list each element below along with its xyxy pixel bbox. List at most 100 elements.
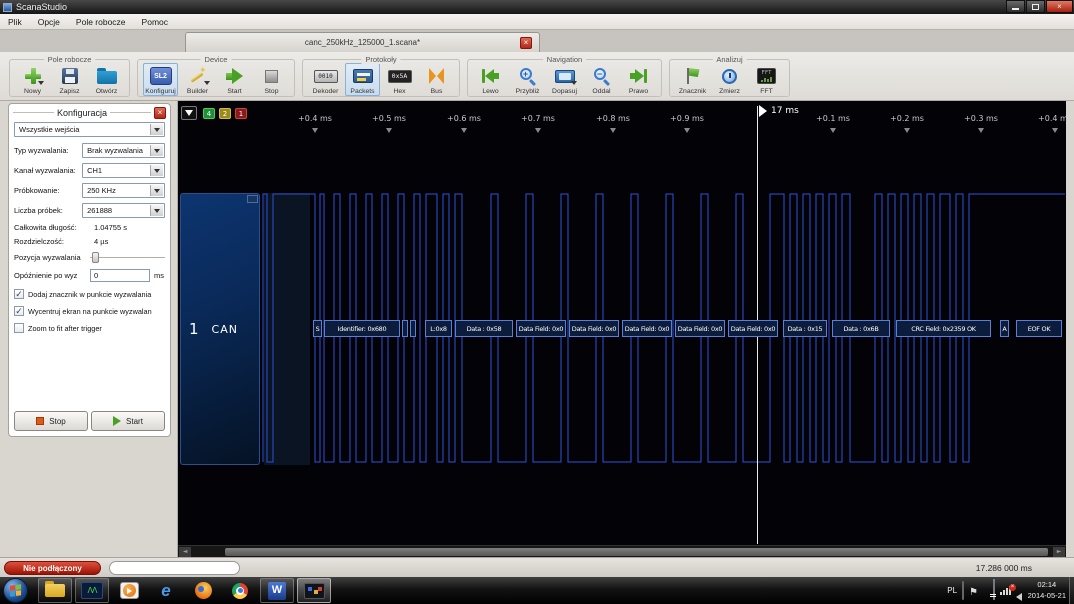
can-bit-box[interactable] bbox=[402, 320, 408, 337]
decoded-field[interactable]: Data Field: 0x0 bbox=[516, 320, 566, 337]
decoded-field[interactable]: Data Field: 0x0 bbox=[728, 320, 778, 337]
config-row: Kanał wyzwalania: CH1 bbox=[14, 163, 165, 178]
config-select-3[interactable]: 261888 bbox=[82, 203, 165, 218]
chevron-down-icon bbox=[150, 165, 163, 176]
measure-gauge-icon bbox=[722, 65, 737, 87]
chevron-down-icon bbox=[150, 205, 163, 216]
toolbar-button-przybliż[interactable]: + Przybliż bbox=[510, 63, 545, 96]
tray-keyboard-icon[interactable] bbox=[962, 580, 965, 600]
scroll-left-icon[interactable]: ◄ bbox=[179, 547, 191, 557]
start-orb-button[interactable] bbox=[3, 578, 28, 603]
checkbox-unchecked[interactable] bbox=[14, 323, 24, 333]
decoded-field[interactable]: Data Field: 0x0 bbox=[569, 320, 619, 337]
decoded-field[interactable]: Data Field: 0x0 bbox=[675, 320, 725, 337]
toolbar-button-otwórz[interactable]: Otwórz bbox=[89, 63, 124, 96]
tab-close-icon[interactable]: × bbox=[520, 37, 532, 49]
toolbar: Pole robocze Nowy Zapisz Otwórz Device SL2 Kon… bbox=[0, 52, 1074, 101]
decoded-field[interactable]: Data : 0x6B bbox=[832, 320, 890, 337]
marker-flag-icon bbox=[685, 65, 701, 87]
can-bit-box[interactable] bbox=[410, 320, 416, 337]
menu-item-opcje[interactable]: Opcje bbox=[30, 14, 68, 29]
channel-block[interactable]: 1 CAN bbox=[180, 193, 260, 465]
channel-settings-icon[interactable] bbox=[247, 195, 258, 203]
toolbar-button-builder[interactable]: ✦ Builder bbox=[180, 63, 215, 96]
start-button[interactable]: Start bbox=[91, 411, 165, 431]
decoded-field[interactable]: Data : 0x15 bbox=[783, 320, 827, 337]
show-desktop-button[interactable] bbox=[1069, 577, 1074, 604]
taskbar-app-firefox[interactable] bbox=[186, 578, 220, 603]
decoded-field[interactable]: CRC Field: 0x2359 OK bbox=[896, 320, 991, 337]
taskbar-clock[interactable]: 02:14 2014-05-21 bbox=[1028, 579, 1066, 601]
checkbox-checked[interactable]: ✓ bbox=[14, 306, 24, 316]
close-button[interactable]: × bbox=[1046, 0, 1073, 13]
toolbar-button-konfiguruj[interactable]: SL2 Konfiguruj bbox=[143, 63, 178, 96]
document-tab[interactable]: canc_250kHz_125000_1.scana* × bbox=[185, 32, 540, 52]
decoded-field[interactable]: S bbox=[313, 320, 322, 337]
trigger-position-slider[interactable] bbox=[90, 251, 165, 264]
taskbar-app-internet-explorer[interactable]: e bbox=[149, 578, 183, 603]
toolbar-button-label: Przybliż bbox=[515, 88, 540, 95]
tray-installer-icon[interactable] bbox=[993, 578, 995, 600]
checkbox-checked[interactable]: ✓ bbox=[14, 289, 24, 299]
toolbar-group-pole-robocze: Pole robocze Nowy Zapisz Otwórz bbox=[9, 55, 130, 97]
toolbar-button-stop[interactable]: Stop bbox=[254, 63, 289, 96]
config-select-2[interactable]: 250 KHz bbox=[82, 183, 165, 198]
menu-item-pomoc[interactable]: Pomoc bbox=[134, 14, 176, 29]
media-player-icon bbox=[119, 582, 139, 599]
divider bbox=[110, 112, 152, 113]
toolbar-button-packets[interactable]: Packets bbox=[345, 63, 380, 96]
decoded-field[interactable]: Identifier: 0x680 bbox=[324, 320, 400, 337]
toolbar-button-znacznik[interactable]: Znacznik bbox=[675, 63, 710, 96]
toolbar-button-dekoder[interactable]: 0010 Dekoder bbox=[308, 63, 343, 96]
scrollbar-thumb[interactable] bbox=[225, 548, 1048, 556]
toolbar-button-dopasuj[interactable]: Dopasuj bbox=[547, 63, 582, 96]
checkbox-label: Wycentruj ekran na punkcie wyzwalan bbox=[28, 306, 152, 316]
input-source-select[interactable]: Wszystkie wejścia bbox=[14, 122, 165, 137]
taskbar-app-media-player[interactable] bbox=[112, 578, 146, 603]
taskbar-app-word[interactable]: W bbox=[260, 578, 294, 603]
taskbar-app-explorer[interactable] bbox=[38, 578, 72, 603]
toolbar-button-nowy[interactable]: Nowy bbox=[15, 63, 50, 96]
toolbar-button-start[interactable]: Start bbox=[217, 63, 252, 96]
fit-screen-icon bbox=[554, 65, 577, 87]
toolbar-button-oddal[interactable]: − Oddal bbox=[584, 63, 619, 96]
toolbar-button-label: Znacznik bbox=[678, 88, 707, 95]
menu-item-pole-robocze[interactable]: Pole robocze bbox=[68, 14, 134, 29]
decoded-field[interactable]: Data Field: 0x0 bbox=[622, 320, 672, 337]
minimize-button[interactable] bbox=[1006, 0, 1025, 13]
panel-close-icon[interactable]: × bbox=[154, 106, 167, 119]
stop-button[interactable]: Stop bbox=[14, 411, 88, 431]
delay-input[interactable] bbox=[90, 269, 150, 282]
time-marker-flag[interactable]: 17 ms bbox=[759, 105, 799, 117]
delay-label: Opóźnienie po wyz bbox=[14, 271, 78, 280]
language-indicator[interactable]: PL bbox=[947, 586, 957, 595]
toolbar-button-zmierz[interactable]: Zmierz bbox=[712, 63, 747, 96]
toolbar-button-lewo[interactable]: Lewo bbox=[473, 63, 508, 96]
config-select-0[interactable]: Brak wyzwalania bbox=[82, 143, 165, 158]
decoded-field[interactable]: L:0x8 bbox=[425, 320, 452, 337]
tray-flag-icon[interactable]: ⚑ bbox=[969, 582, 978, 600]
config-select-1[interactable]: CH1 bbox=[82, 163, 165, 178]
toolbar-button-prawo[interactable]: Prawo bbox=[621, 63, 656, 96]
delay-row: Opóźnienie po wyz ms bbox=[14, 269, 165, 282]
marker-triangle-icon bbox=[759, 105, 767, 117]
toolbar-button-bus[interactable]: Bus bbox=[419, 63, 454, 96]
toolbar-button-fft[interactable]: FFT FFT bbox=[749, 63, 784, 96]
slider-thumb[interactable] bbox=[92, 252, 99, 263]
taskbar-app-scanastudio[interactable]: ΛΛ bbox=[75, 578, 109, 603]
decoded-field[interactable]: Data : 0x58 bbox=[455, 320, 513, 337]
decoded-field[interactable]: EOF OK bbox=[1016, 320, 1062, 337]
menu-item-plik[interactable]: Plik bbox=[0, 14, 30, 29]
maximize-button[interactable] bbox=[1026, 0, 1045, 13]
toolbar-button-label: Start bbox=[227, 88, 242, 95]
taskbar-app-scanastudio-window[interactable] bbox=[297, 578, 331, 603]
config-row-label: Próbkowanie: bbox=[14, 186, 60, 195]
config-select-value: 250 KHz bbox=[87, 186, 116, 195]
toolbar-button-hex[interactable]: 0x5A Hex bbox=[382, 63, 417, 96]
decoded-field[interactable]: A bbox=[1000, 320, 1009, 337]
toolbar-button-label: Lewo bbox=[482, 88, 499, 95]
taskbar-app-chrome[interactable] bbox=[223, 578, 257, 603]
scroll-right-icon[interactable]: ► bbox=[1053, 547, 1065, 557]
nav-left-icon bbox=[482, 65, 499, 87]
toolbar-button-zapisz[interactable]: Zapisz bbox=[52, 63, 87, 96]
